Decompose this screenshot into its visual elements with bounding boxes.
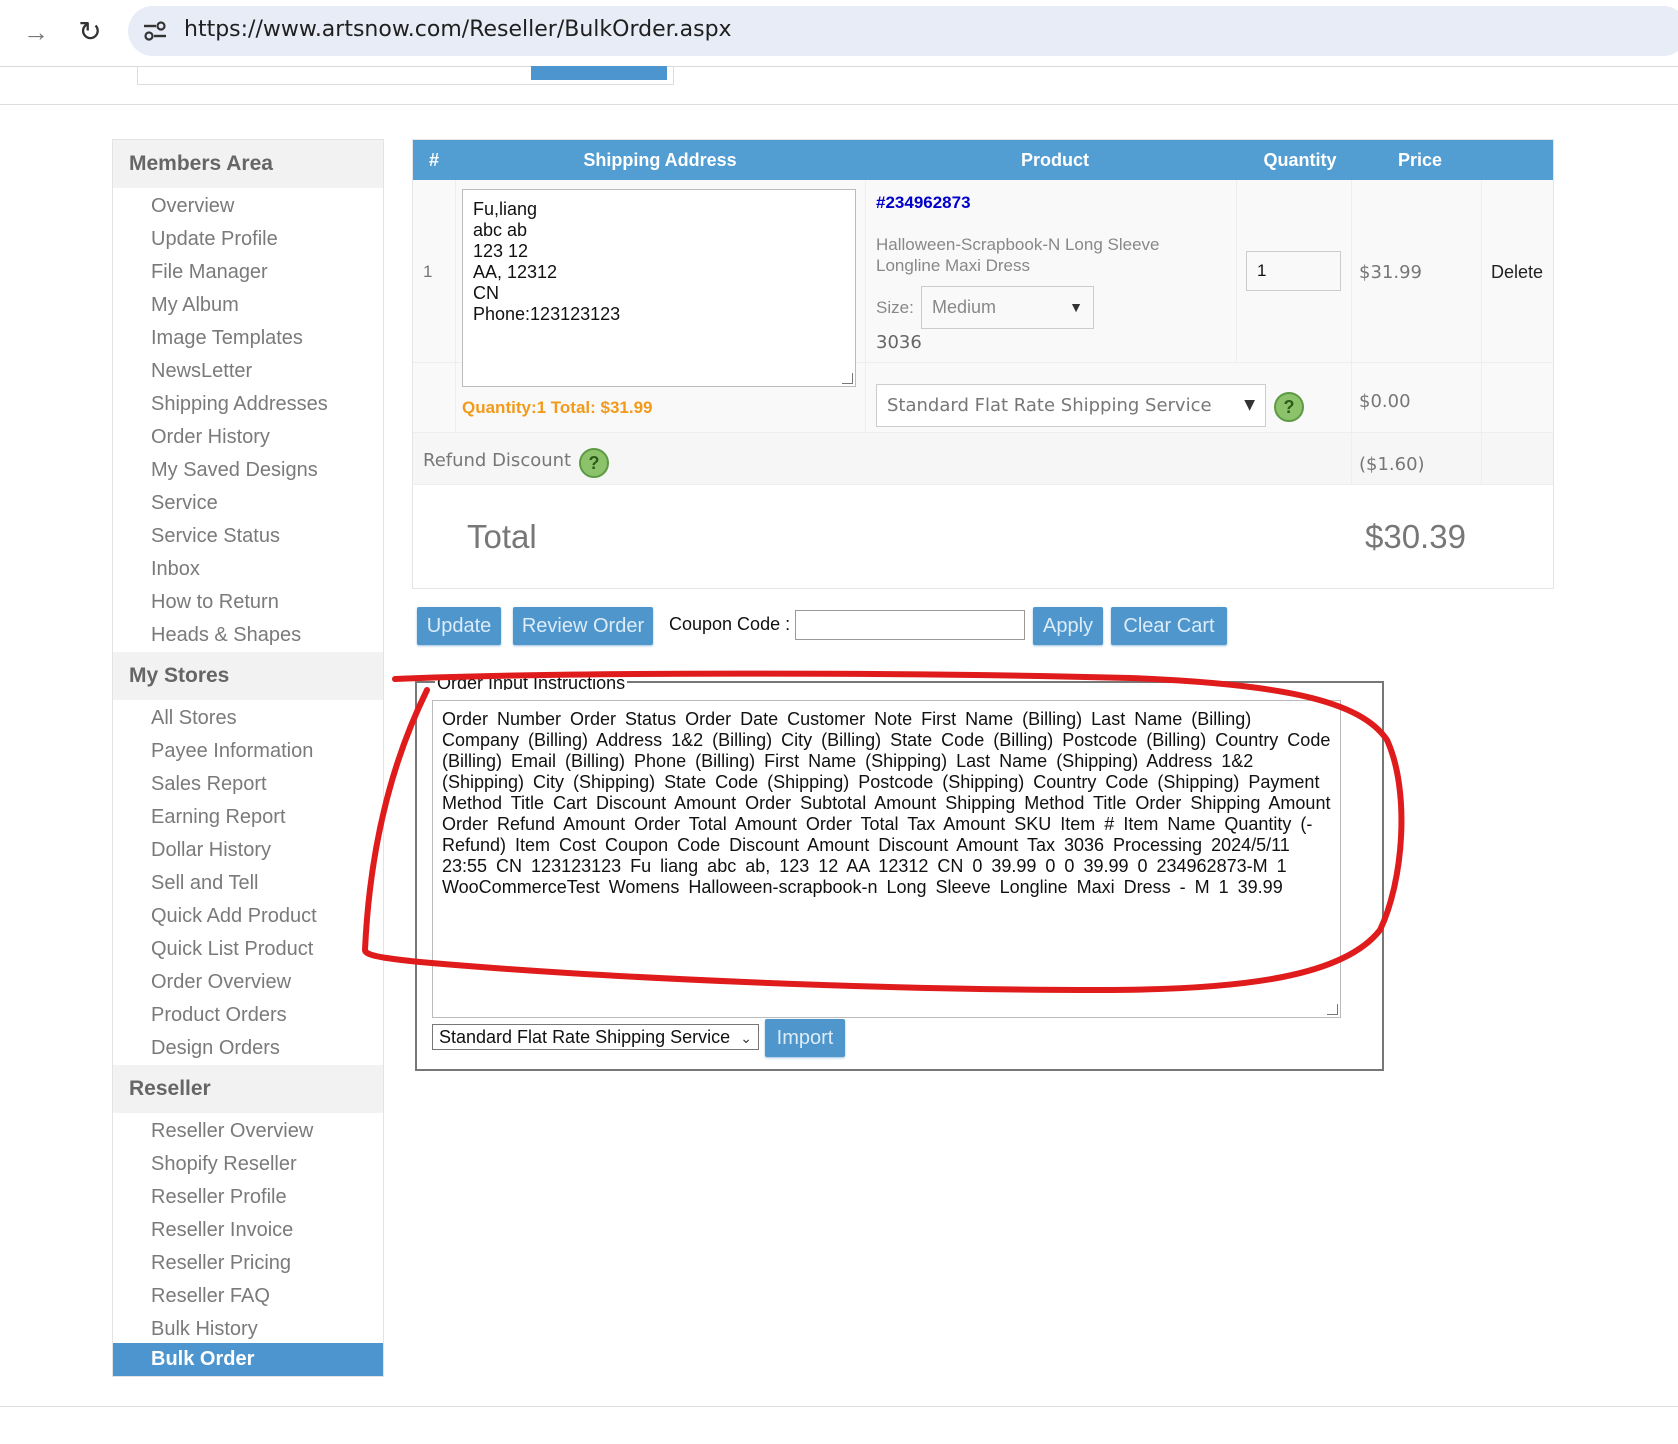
clear-cart-button[interactable]: Clear Cart [1111,607,1227,645]
quantity-input[interactable]: 1 [1246,251,1341,291]
sidebar-section-members-area: Members Area [113,140,383,188]
shipping-service-select[interactable]: Standard Flat Rate Shipping Service ▼ [876,384,1266,427]
row-summary: Quantity:1 Total: $31.99 [462,398,653,417]
sidebar-item-sell-and-tell[interactable]: Sell and Tell [113,867,383,900]
sidebar-item-order-history[interactable]: Order History [113,421,383,454]
size-label: Size: [876,298,914,317]
sidebar-item-reseller-faq[interactable]: Reseller FAQ [113,1280,383,1313]
divider [0,1406,1678,1407]
sidebar-item-reseller-profile[interactable]: Reseller Profile [113,1181,383,1214]
sidebar-item-newsletter[interactable]: NewsLetter [113,355,383,388]
sidebar-item-heads-shapes[interactable]: Heads & Shapes [113,619,383,652]
sidebar-item-bulk-order[interactable]: Bulk Order [113,1343,383,1376]
column-header-index: # [428,150,439,170]
sidebar-section-reseller: Reseller [113,1065,383,1113]
import-shipping-value: Standard Flat Rate Shipping Service [439,1027,731,1047]
divider [0,104,1678,105]
total-label: Total [467,518,537,555]
sidebar-item-shipping-addresses[interactable]: Shipping Addresses [113,388,383,421]
product-name: Halloween-Scrapbook-N Long Sleeve Longli… [876,235,1160,275]
sidebar-item-earning-report[interactable]: Earning Report [113,801,383,834]
order-import-legend: Order Input Instructions [435,670,628,690]
url-text[interactable]: https://www.artsnow.com/Reseller/BulkOrd… [184,17,732,42]
review-order-button[interactable]: Review Order [513,607,653,645]
sidebar-item-my-saved-designs[interactable]: My Saved Designs [113,454,383,487]
sidebar-item-update-profile[interactable]: Update Profile [113,223,383,256]
dropdown-caret-icon: ▼ [1069,299,1083,315]
dropdown-caret-icon: ▼ [1244,397,1255,413]
help-icon[interactable]: ? [1274,392,1304,422]
sidebar-item-dollar-history[interactable]: Dollar History [113,834,383,867]
search-button[interactable] [531,66,667,80]
chevron-down-icon: ⌄ [740,1030,752,1046]
sidebar-item-inbox[interactable]: Inbox [113,553,383,586]
sidebar-item-overview[interactable]: Overview [113,190,383,223]
sidebar-item-quick-add-product[interactable]: Quick Add Product [113,900,383,933]
delete-link[interactable]: Delete [1491,262,1543,283]
forward-arrow-icon[interactable]: → [22,18,50,46]
column-header-product: Product [1020,150,1089,170]
import-button[interactable]: Import [765,1019,845,1057]
sidebar-item-payee-information[interactable]: Payee Information [113,735,383,768]
sidebar-item-reseller-overview[interactable]: Reseller Overview [113,1115,383,1148]
sidebar-item-image-templates[interactable]: Image Templates [113,322,383,355]
sidebar-section-my-stores: My Stores [113,652,383,700]
sidebar-item-how-to-return[interactable]: How to Return [113,586,383,619]
sidebar-item-all-stores[interactable]: All Stores [113,702,383,735]
shipping-service-value: Standard Flat Rate Shipping Service [887,395,1212,416]
shipping-price: $0.00 [1359,391,1411,412]
size-select-value: Medium [932,297,997,317]
sidebar-item-order-overview[interactable]: Order Overview [113,966,383,999]
sidebar: Members Area Overview Update Profile Fil… [112,139,384,1377]
reload-icon[interactable]: ↻ [74,16,106,48]
divider [1351,180,1352,484]
coupon-code-input[interactable] [795,610,1025,640]
divider [1481,180,1482,484]
column-header-quantity: Quantity [1263,150,1337,170]
divider [413,484,1553,485]
sidebar-item-quick-list-product[interactable]: Quick List Product [113,933,383,966]
divider [865,180,866,432]
sidebar-item-my-album[interactable]: My Album [113,289,383,322]
order-import-textarea[interactable]: Order Number Order Status Order Date Cus… [432,700,1341,1018]
update-button[interactable]: Update [417,607,501,645]
site-settings-icon[interactable] [140,16,170,46]
row-index: 1 [423,262,433,281]
sidebar-item-design-orders[interactable]: Design Orders [113,1032,383,1065]
resize-handle-icon[interactable] [842,373,853,384]
divider [455,180,456,432]
divider [413,432,1553,433]
sidebar-item-reseller-invoice[interactable]: Reseller Invoice [113,1214,383,1247]
refund-discount-label: Refund Discount [423,450,572,471]
import-shipping-select[interactable]: Standard Flat Rate Shipping Service ⌄ [432,1024,759,1050]
sidebar-item-bulk-history[interactable]: Bulk History [113,1313,383,1346]
coupon-code-label: Coupon Code : [669,614,791,634]
sidebar-item-service[interactable]: Service [113,487,383,520]
size-select[interactable]: Medium ▼ [921,286,1094,329]
column-header-price: Price [1397,150,1443,170]
apply-coupon-button[interactable]: Apply [1033,607,1103,645]
sidebar-item-file-manager[interactable]: File Manager [113,256,383,289]
shipping-address-text: Fu,liang abc ab 123 12 AA, 12312 CN Phon… [473,199,621,324]
sidebar-item-reseller-pricing[interactable]: Reseller Pricing [113,1247,383,1280]
cart-table-header: # Shipping Address Product Quantity Pric… [413,140,1553,180]
sidebar-item-sales-report[interactable]: Sales Report [113,768,383,801]
order-import-text: Order Number Order Status Order Date Cus… [442,709,1331,897]
column-header-shipping-address: Shipping Address [583,150,737,170]
sidebar-item-service-status[interactable]: Service Status [113,520,383,553]
product-sku-link[interactable]: #234962873 [876,193,971,213]
shipping-address-textarea[interactable]: Fu,liang abc ab 123 12 AA, 12312 CN Phon… [462,189,856,387]
sidebar-item-product-orders[interactable]: Product Orders [113,999,383,1032]
sidebar-item-shopify-reseller[interactable]: Shopify Reseller [113,1148,383,1181]
product-code: 3036 [876,332,922,353]
row-price: $31.99 [1359,262,1422,283]
total-value: $30.39 [1365,518,1466,555]
help-icon[interactable]: ? [579,448,609,478]
resize-handle-icon[interactable] [1327,1004,1338,1015]
cart-table: # Shipping Address Product Quantity Pric… [412,139,1554,589]
divider [1236,180,1237,362]
refund-discount-amount: ($1.60) [1359,454,1425,475]
